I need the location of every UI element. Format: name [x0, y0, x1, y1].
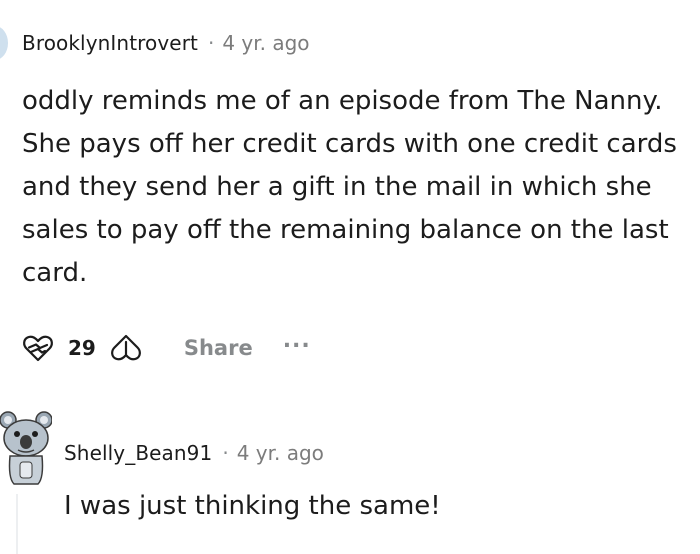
comment: Shelly_Bean91 · 4 yr. ago I was just thi…: [0, 396, 700, 554]
comment-author[interactable]: Shelly_Bean91: [64, 441, 212, 465]
heart-downvote-icon[interactable]: [110, 332, 142, 364]
heart-upvote-icon[interactable]: [22, 332, 54, 364]
comment-body: I was just thinking the same!: [64, 491, 441, 521]
koala-snoo-avatar-icon: [0, 411, 53, 485]
comment-meta: Shelly_Bean91 · 4 yr. ago: [64, 440, 324, 466]
share-button[interactable]: Share: [184, 336, 253, 360]
comment-body: oddly reminds me of an episode from The …: [22, 86, 677, 288]
vote-score: 29: [68, 336, 96, 360]
overflow-menu-icon[interactable]: ...: [283, 328, 311, 353]
thread-line[interactable]: [16, 494, 18, 554]
comment-meta: BrooklynIntrovert · 4 yr. ago: [22, 30, 310, 56]
avatar[interactable]: [0, 406, 53, 486]
comment-actions: 29 Share ...: [22, 328, 311, 368]
comment: BrooklynIntrovert · 4 yr. ago oddly remi…: [0, 0, 700, 380]
comment-timestamp[interactable]: 4 yr. ago: [237, 441, 324, 465]
comment-author[interactable]: BrooklynIntrovert: [22, 31, 198, 55]
avatar[interactable]: [0, 26, 8, 60]
comment-timestamp[interactable]: 4 yr. ago: [222, 31, 309, 55]
meta-separator: ·: [222, 441, 229, 465]
meta-separator: ·: [207, 31, 215, 55]
